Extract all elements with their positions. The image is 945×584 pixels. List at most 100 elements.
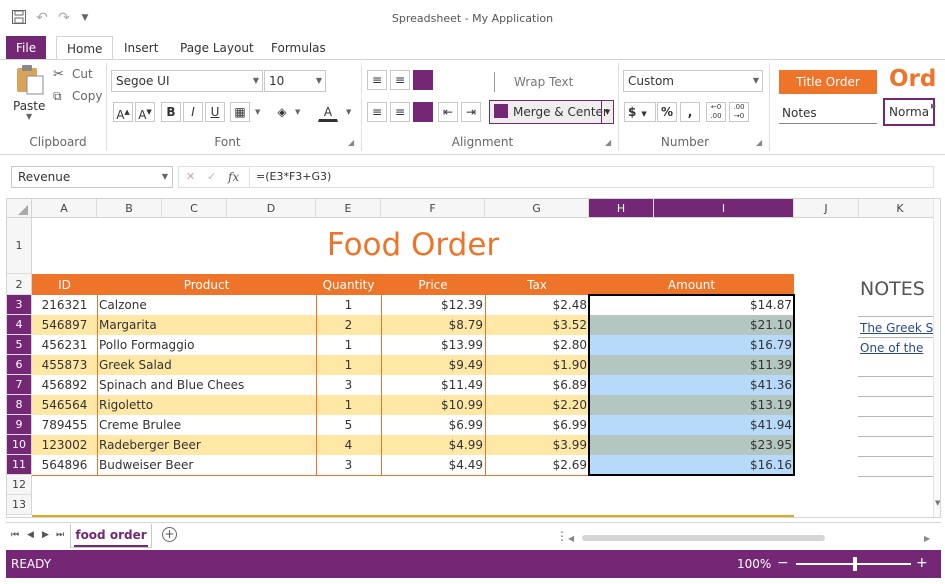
table-cell[interactable]: $2.80 — [485, 335, 589, 355]
tab-insert[interactable]: Insert — [114, 36, 168, 60]
column-header-selected[interactable]: I — [654, 199, 794, 218]
notes-entry[interactable]: One of the — [860, 338, 940, 358]
table-cell[interactable]: $11.49 — [381, 375, 485, 395]
table-cell[interactable]: 1 — [316, 355, 381, 375]
row-header-selected[interactable]: 10 — [7, 435, 32, 455]
font-color-dropdown-icon[interactable]: ▼ — [346, 108, 351, 116]
first-sheet-icon[interactable]: ⏮ — [11, 530, 19, 540]
table-cell[interactable]: $4.49 — [381, 455, 485, 475]
increase-indent-icon[interactable]: ⇥ — [461, 102, 481, 122]
increase-decimal-icon[interactable]: ←0.00 — [706, 102, 726, 122]
table-cell[interactable]: Rigoletto — [99, 395, 314, 415]
table-cell[interactable]: 4 — [316, 435, 381, 455]
table-cell[interactable]: $3.99 — [485, 435, 589, 455]
fill-color-icon[interactable]: ◈ — [272, 102, 292, 122]
column-header[interactable]: J — [794, 199, 859, 218]
number-dialog-launcher-icon[interactable]: ◢ — [756, 138, 762, 147]
table-cell[interactable]: $2.20 — [485, 395, 589, 415]
cancel-icon[interactable]: ✕ — [186, 170, 195, 183]
name-box[interactable]: Revenue ▼ — [11, 166, 173, 188]
paste-icon[interactable] — [14, 64, 48, 96]
italic-button[interactable]: I — [183, 102, 203, 122]
table-cell[interactable]: $13.19 — [589, 395, 794, 415]
font-dialog-launcher-icon[interactable]: ◢ — [348, 138, 354, 147]
table-cell[interactable]: $16.16 — [589, 455, 794, 475]
table-cell[interactable]: $12.39 — [381, 295, 485, 315]
tab-file[interactable]: File — [6, 36, 47, 60]
copy-button[interactable]: Copy — [72, 89, 102, 103]
header-price[interactable]: Price — [381, 275, 485, 295]
style-order-preview[interactable]: Ord — [889, 66, 936, 92]
table-cell[interactable]: Radeberger Beer — [99, 435, 314, 455]
table-cell[interactable]: $16.79 — [589, 335, 794, 355]
table-cell[interactable]: $14.87 — [589, 295, 794, 315]
grow-font-icon[interactable]: A▲ — [113, 102, 133, 122]
row-header-selected[interactable]: 8 — [7, 395, 32, 415]
borders-dropdown-icon[interactable]: ▼ — [255, 108, 260, 116]
table-cell[interactable]: 456892 — [32, 375, 97, 395]
formula-input[interactable]: =(E3*F3+G3) — [250, 166, 934, 188]
column-header[interactable]: K — [859, 199, 940, 218]
table-cell[interactable]: $10.99 — [381, 395, 485, 415]
row-header[interactable]: 1 — [7, 218, 32, 274]
table-cell[interactable]: 789455 — [32, 415, 97, 435]
header-id[interactable]: ID — [32, 275, 97, 295]
notes-entry[interactable]: The Greek S — [860, 318, 940, 338]
table-cell[interactable]: 546897 — [32, 315, 97, 335]
style-notes[interactable]: Notes — [779, 102, 877, 124]
header-tax[interactable]: Tax — [485, 275, 589, 295]
tab-page-layout[interactable]: Page Layout — [170, 36, 264, 60]
table-cell[interactable]: 3 — [316, 455, 381, 475]
row-header-selected[interactable]: 9 — [7, 415, 32, 435]
font-family-select[interactable]: Segoe UI ▼ — [111, 70, 263, 92]
column-header[interactable]: C — [162, 199, 227, 218]
table-cell[interactable]: 546564 — [32, 395, 97, 415]
table-cell[interactable]: $3.52 — [485, 315, 589, 335]
comma-button[interactable]: , — [680, 102, 700, 122]
table-cell[interactable]: $9.49 — [381, 355, 485, 375]
shrink-font-icon[interactable]: A▼ — [135, 102, 155, 122]
table-cell[interactable]: 216321 — [32, 295, 97, 315]
scroll-down-icon[interactable]: ▼ — [935, 499, 940, 507]
fill-color-dropdown-icon[interactable]: ▼ — [295, 108, 300, 116]
sheet-title[interactable]: Food Order — [32, 225, 794, 265]
row-header-selected[interactable]: 6 — [7, 355, 32, 375]
bold-button[interactable]: B — [161, 102, 181, 122]
table-cell[interactable]: $21.10 — [589, 315, 794, 335]
table-cell[interactable]: 3 — [316, 375, 381, 395]
table-cell[interactable]: 123002 — [32, 435, 97, 455]
table-cell[interactable]: $41.94 — [589, 415, 794, 435]
table-cell[interactable]: $2.48 — [485, 295, 589, 315]
spreadsheet-grid[interactable]: A B C D E F G H I J K 1 2 3 4 5 6 7 8 9 … — [6, 198, 941, 518]
align-bottom-icon[interactable] — [413, 70, 433, 90]
underline-button[interactable]: U — [205, 102, 225, 122]
column-header[interactable]: E — [316, 199, 381, 218]
paste-dropdown-icon[interactable]: ▼ — [26, 112, 32, 121]
column-header-selected[interactable]: H — [589, 199, 654, 218]
align-center-icon[interactable]: ≡ — [390, 102, 410, 122]
zoom-out-button[interactable]: − — [777, 555, 789, 571]
table-cell[interactable]: 456231 — [32, 335, 97, 355]
column-header[interactable]: A — [32, 199, 97, 218]
table-cell[interactable]: $41.36 — [589, 375, 794, 395]
table-cell[interactable]: $2.69 — [485, 455, 589, 475]
header-amount[interactable]: Amount — [589, 275, 794, 295]
next-sheet-icon[interactable]: ▶ — [42, 530, 49, 540]
decrease-indent-icon[interactable]: ⇤ — [438, 102, 458, 122]
table-cell[interactable]: $6.99 — [485, 415, 589, 435]
table-cell[interactable]: $8.79 — [381, 315, 485, 335]
select-all-corner[interactable] — [7, 199, 32, 218]
cut-button[interactable]: Cut — [72, 67, 93, 81]
add-sheet-icon[interactable]: + — [162, 527, 177, 542]
table-cell[interactable]: Creme Brulee — [99, 415, 314, 435]
column-header[interactable]: F — [381, 199, 485, 218]
merge-center-button[interactable]: Merge & Center ▼ — [489, 100, 614, 124]
table-cell[interactable]: Budweiser Beer — [99, 455, 314, 475]
table-cell[interactable]: Pollo Formaggio — [99, 335, 314, 355]
table-cell[interactable]: $23.95 — [589, 435, 794, 455]
table-cell[interactable]: Spinach and Blue Chees — [99, 375, 314, 395]
enter-icon[interactable]: ✓ — [207, 170, 216, 183]
header-product[interactable]: Product — [97, 275, 316, 295]
tab-formulas[interactable]: Formulas — [261, 36, 336, 60]
percent-button[interactable]: % — [657, 102, 677, 122]
